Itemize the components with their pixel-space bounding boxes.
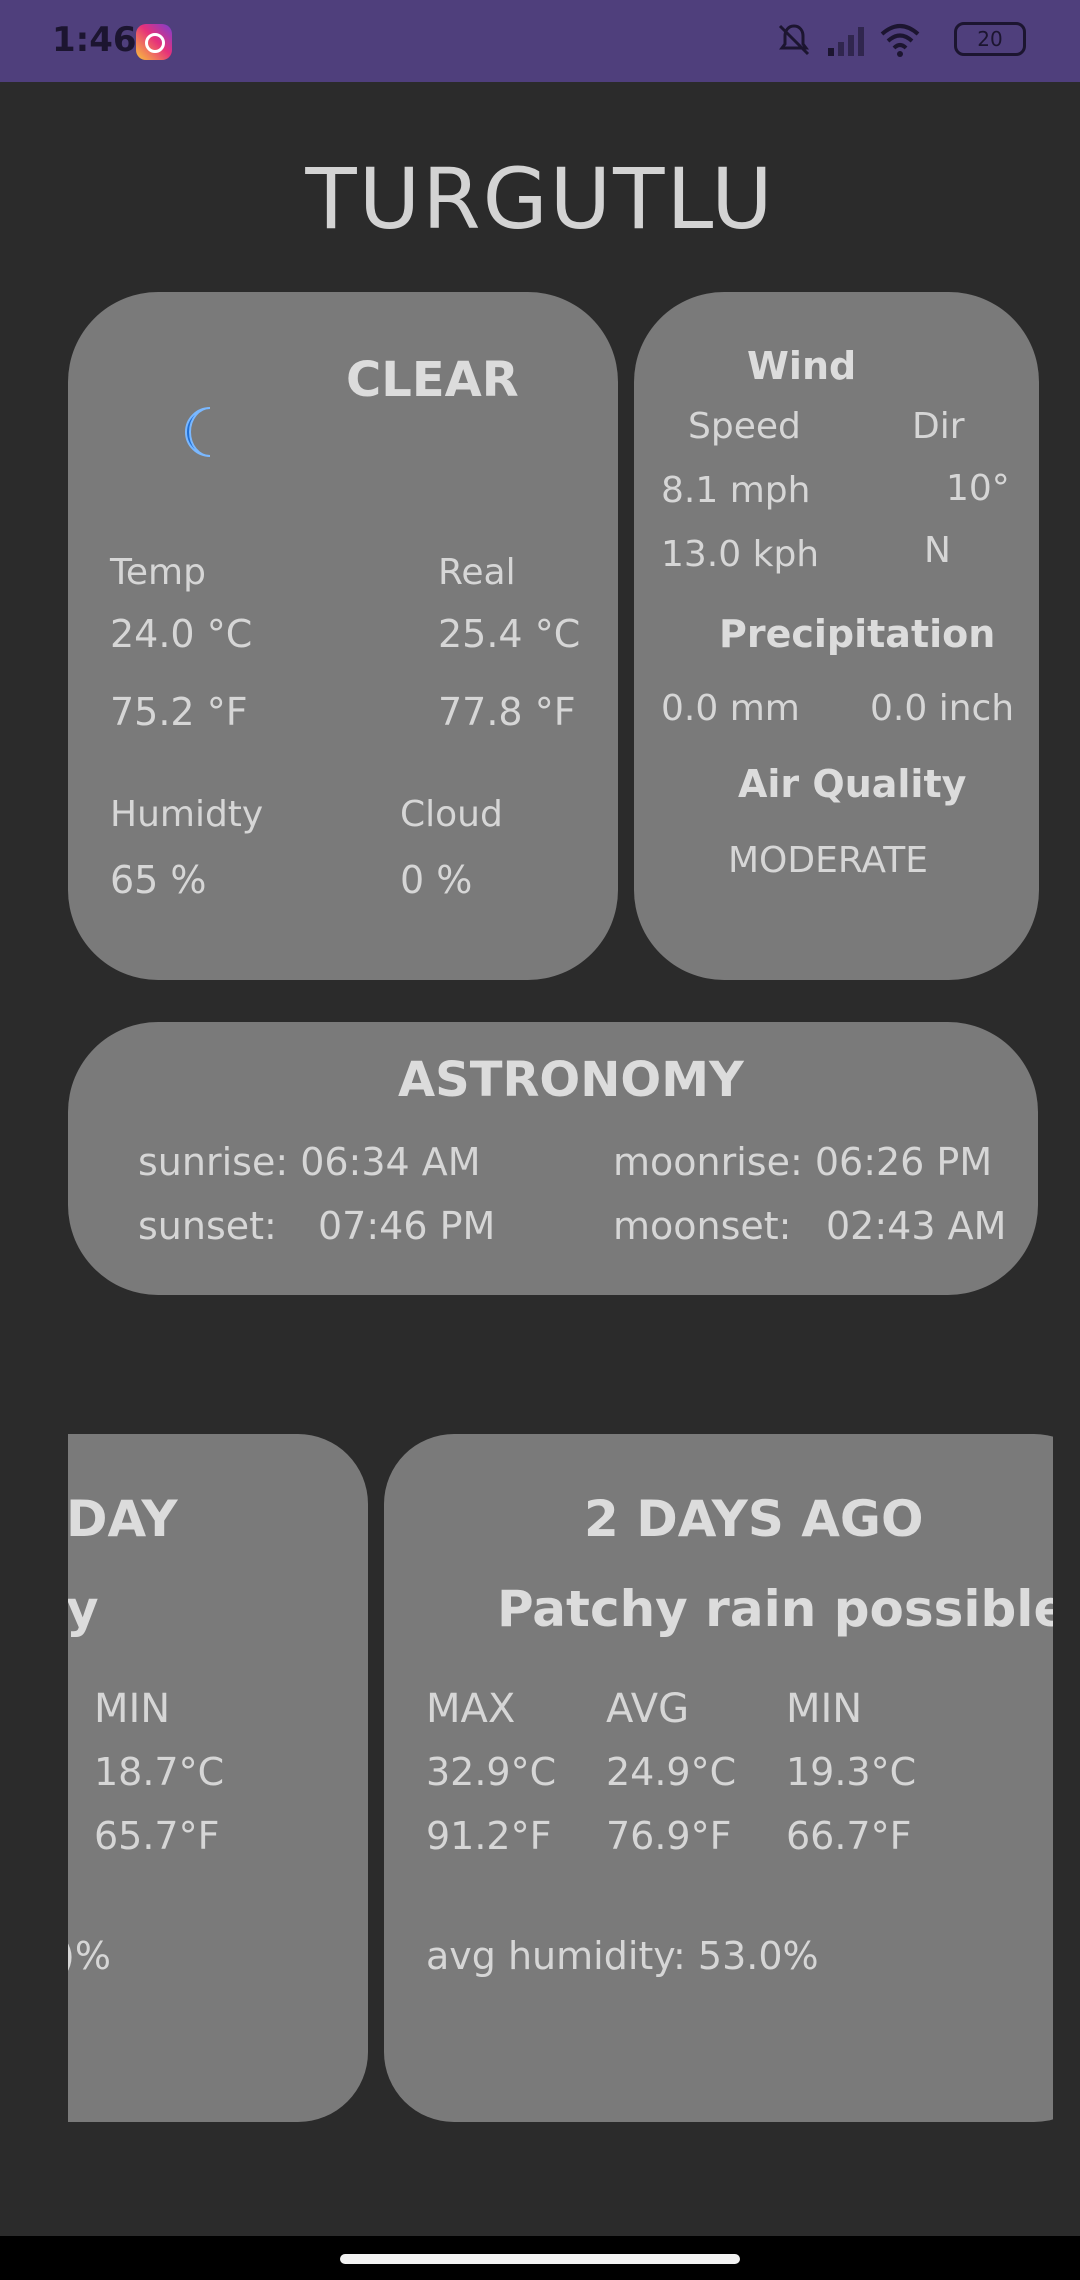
max-label: MAX <box>426 1686 516 1732</box>
avg-f: 76.9°F <box>606 1814 732 1858</box>
precip-inch: 0.0 inch <box>870 688 1015 729</box>
min-f: 66.7°F <box>786 1814 912 1858</box>
min-f: 65.7°F <box>94 1814 220 1858</box>
wind-dir-label: Dir <box>912 406 965 447</box>
navigation-bar <box>0 2236 1080 2280</box>
cloud-value: 0 % <box>400 858 473 902</box>
moon-icon <box>185 407 211 457</box>
history-title: DAY <box>68 1490 178 1548</box>
status-time: 1:46 <box>52 20 137 60</box>
humidity-value: 65 % <box>110 858 207 902</box>
wind-card: Wind Speed Dir 8.1 mph 10° 13.0 kph N Pr… <box>634 292 1039 980</box>
avg-humidity: avg humidity: 53.0% <box>426 1934 819 1978</box>
moonset-time: 02:43 AM <box>826 1204 1007 1248</box>
wind-speed-label: Speed <box>688 406 801 447</box>
avg-c: 24.9°C <box>606 1750 737 1794</box>
astronomy-title: ASTRONOMY <box>398 1052 744 1108</box>
temp-c: 24.0 °C <box>110 612 253 656</box>
wind-direction: N <box>924 530 951 571</box>
signal-icon <box>828 27 864 56</box>
wind-title: Wind <box>747 344 857 388</box>
bell-muted-icon <box>778 24 810 56</box>
history-card-2-days-ago[interactable]: 2 DAYS AGO Patchy rain possible MAX AVG … <box>384 1434 1053 2122</box>
history-carousel[interactable]: DAY y MIN 18.7°C 65.7°F )% 2 DAYS AGO Pa… <box>68 1434 1053 2124</box>
cloud-label: Cloud <box>400 794 503 835</box>
history-condition: Patchy rain possible <box>497 1580 1053 1638</box>
history-card-yesterday[interactable]: DAY y MIN 18.7°C 65.7°F )% <box>68 1434 368 2122</box>
avg-label: AVG <box>606 1686 690 1732</box>
air-quality-value: MODERATE <box>728 840 928 881</box>
sunrise-text: sunrise: 06:34 AM <box>138 1140 481 1184</box>
air-quality-title: Air Quality <box>738 762 967 806</box>
min-c: 19.3°C <box>786 1750 917 1794</box>
avg-humidity: )% <box>68 1934 111 1978</box>
current-weather-card: CLEAR Temp Real 24.0 °C 25.4 °C 75.2 °F … <box>68 292 618 980</box>
wind-kph: 13.0 kph <box>661 534 820 575</box>
city-title: TURGUTLU <box>305 150 775 248</box>
real-c: 25.4 °C <box>438 612 581 656</box>
sunset-time: 07:46 PM <box>318 1204 496 1248</box>
max-c: 32.9°C <box>426 1750 557 1794</box>
temp-f: 75.2 °F <box>110 690 248 734</box>
wifi-icon <box>880 24 920 57</box>
moonset-label: moonset: <box>613 1204 792 1248</box>
astronomy-card: ASTRONOMY sunrise: 06:34 AM moonrise: 06… <box>68 1022 1038 1295</box>
precip-mm: 0.0 mm <box>661 688 800 729</box>
history-title: 2 DAYS AGO <box>584 1490 924 1548</box>
max-f: 91.2°F <box>426 1814 552 1858</box>
real-f: 77.8 °F <box>438 690 576 734</box>
wind-mph: 8.1 mph <box>661 470 811 511</box>
min-c: 18.7°C <box>94 1750 225 1794</box>
humidity-label: Humidty <box>110 794 264 835</box>
min-label: MIN <box>94 1686 171 1732</box>
temp-label: Temp <box>110 552 206 593</box>
min-label: MIN <box>786 1686 863 1732</box>
sunset-label: sunset: <box>138 1204 277 1248</box>
history-condition: y <box>68 1580 99 1638</box>
moonrise-text: moonrise: 06:26 PM <box>613 1140 993 1184</box>
wind-degree: 10° <box>946 468 1010 509</box>
home-gesture-handle[interactable] <box>340 2254 740 2264</box>
precipitation-title: Precipitation <box>719 612 996 656</box>
real-label: Real <box>438 552 516 593</box>
condition-label: CLEAR <box>346 352 519 408</box>
status-bar: 1:46 20 <box>0 0 1080 82</box>
instagram-icon <box>136 24 172 60</box>
battery-icon: 20 <box>954 22 1026 56</box>
